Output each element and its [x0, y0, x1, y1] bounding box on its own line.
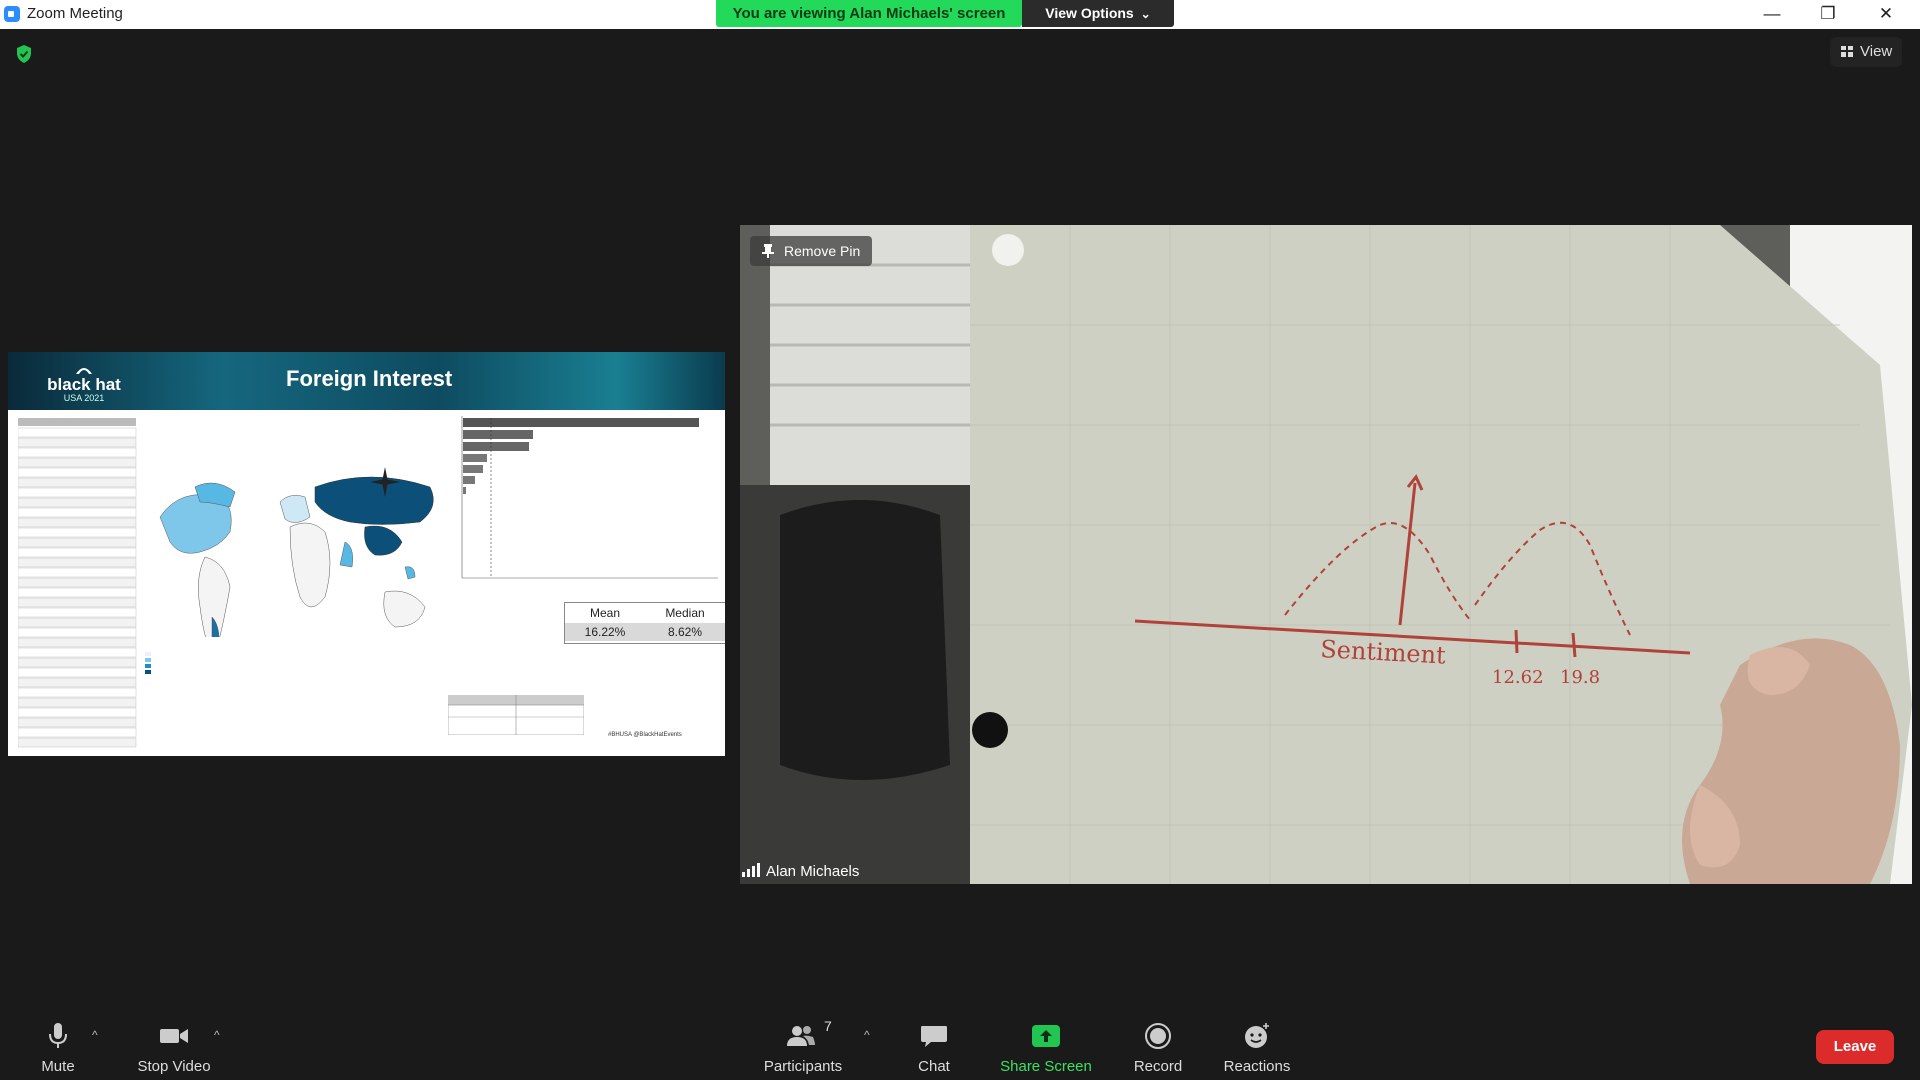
- table-row: [18, 677, 137, 688]
- record-icon: [1145, 1023, 1171, 1049]
- slide-world-map: [142, 467, 434, 677]
- chat-label: Chat: [918, 1058, 950, 1075]
- table-row: [18, 657, 137, 668]
- slide-header: black hat USA 2021 Foreign Interest: [8, 352, 725, 410]
- table-row: [18, 527, 137, 538]
- table-row: [18, 607, 137, 618]
- viewing-screen-banner: You are viewing Alan Michaels' screen: [716, 0, 1022, 27]
- table-row: [18, 557, 137, 568]
- table-row: [18, 627, 137, 638]
- reactions-button[interactable]: Reactions: [1220, 1010, 1294, 1080]
- microphone-icon: [49, 1023, 67, 1048]
- participants-label: Participants: [763, 1058, 843, 1075]
- slide-bar-chart: [461, 416, 718, 579]
- table-row: [18, 707, 137, 718]
- chat-bubble-icon: [921, 1026, 947, 1047]
- view-layout-button[interactable]: View: [1830, 37, 1902, 67]
- video-tile-alan-michaels[interactable]: Sentiment 12.62 19.8: [740, 225, 1912, 884]
- table-row: [18, 517, 137, 528]
- chat-button[interactable]: Chat: [904, 1010, 964, 1080]
- participant-name-tag: Alan Michaels: [742, 860, 859, 884]
- table-row: [18, 587, 137, 598]
- record-label: Record: [1133, 1058, 1183, 1075]
- participants-button[interactable]: 7 Participants: [754, 1010, 852, 1080]
- reactions-label: Reactions: [1223, 1058, 1291, 1075]
- view-label: View: [1860, 43, 1893, 60]
- table-row: [18, 617, 137, 628]
- mute-label: Mute: [41, 1058, 75, 1075]
- video-camera-icon: [160, 1029, 188, 1043]
- leave-meeting-button[interactable]: Leave: [1816, 1030, 1894, 1064]
- table-row: [18, 437, 137, 448]
- table-row: [18, 467, 137, 478]
- table-row: [18, 737, 137, 748]
- logo-subtext: USA 2021: [64, 393, 105, 403]
- slide-title: Foreign Interest: [286, 366, 453, 391]
- view-options-label: View Options: [1045, 5, 1134, 21]
- black-hat-logo: black hat USA 2021: [47, 368, 121, 403]
- view-options-button[interactable]: View Options ⌄: [1022, 0, 1174, 27]
- grid-icon: [1841, 46, 1853, 57]
- mean-header: Mean: [589, 606, 621, 620]
- minimize-button[interactable]: —: [1744, 0, 1800, 29]
- stats-table: Mean Median 16.22% 8.62%: [564, 602, 725, 644]
- table-row: [18, 697, 137, 708]
- table-row: [18, 567, 137, 578]
- median-value: 8.62%: [645, 623, 725, 641]
- pin-icon: [762, 244, 774, 258]
- camera-feed: Sentiment 12.62 19.8: [740, 225, 1912, 884]
- table-row: [18, 477, 137, 488]
- table-row: [18, 667, 137, 678]
- table-row: [18, 597, 137, 608]
- table-row: [18, 547, 137, 558]
- table-row: [18, 497, 137, 508]
- mute-button[interactable]: Mute: [28, 1010, 88, 1080]
- remove-pin-label: Remove Pin: [784, 243, 861, 259]
- share-screen-button[interactable]: Share Screen: [996, 1010, 1096, 1080]
- table-row: [18, 507, 137, 518]
- sketch-label-19-8: 19.8: [1560, 667, 1600, 688]
- table-row: [18, 727, 137, 738]
- stop-video-button[interactable]: Stop Video: [128, 1010, 220, 1080]
- table-row: [18, 537, 137, 548]
- table-row: [18, 577, 137, 588]
- table-row: [18, 687, 137, 698]
- table-row: [18, 447, 137, 458]
- share-screen-icon: [1032, 1025, 1060, 1047]
- zoom-app-icon: [4, 6, 20, 22]
- sketch-label-12-62: 12.62: [1492, 667, 1544, 688]
- logo-text: black hat: [47, 375, 121, 394]
- participants-options-caret[interactable]: ^: [864, 1028, 870, 1042]
- share-screen-label: Share Screen: [1000, 1058, 1092, 1075]
- chevron-down-icon: ⌄: [1140, 7, 1151, 21]
- restore-button[interactable]: ❐: [1800, 0, 1856, 29]
- table-row: [18, 427, 137, 438]
- slide-domestic-foreign-table: [448, 695, 584, 735]
- median-header: Median: [665, 606, 705, 620]
- video-options-caret[interactable]: ^: [214, 1028, 220, 1042]
- stop-video-label: Stop Video: [137, 1058, 211, 1075]
- remove-pin-button[interactable]: Remove Pin: [750, 236, 872, 266]
- window-title: Zoom Meeting: [27, 5, 123, 22]
- signal-strength-icon: [742, 863, 760, 877]
- participant-name: Alan Michaels: [766, 863, 860, 880]
- shared-screen-thumbnail[interactable]: black hat USA 2021 Foreign Interest Mean…: [8, 352, 725, 756]
- reactions-emoji-icon: [1245, 1023, 1269, 1048]
- mute-options-caret[interactable]: ^: [92, 1028, 98, 1042]
- participants-count: 7: [824, 1018, 832, 1034]
- slide-country-table: [18, 418, 137, 748]
- mean-value: 16.22%: [565, 623, 645, 641]
- encryption-shield-icon[interactable]: [14, 44, 34, 64]
- participants-icon: [787, 1026, 815, 1046]
- record-button[interactable]: Record: [1126, 1010, 1190, 1080]
- table-row: [18, 647, 137, 658]
- table-row: [18, 637, 137, 648]
- table-row: [18, 457, 137, 468]
- meeting-toolbar: Mute ^ Stop Video ^ 7 Participants ^ Cha…: [0, 1010, 1920, 1080]
- table-row: [18, 717, 137, 728]
- close-button[interactable]: ✕: [1858, 0, 1914, 29]
- slide-footer: #BHUSA @BlackHatEvents: [608, 732, 682, 738]
- table-row: [18, 487, 137, 498]
